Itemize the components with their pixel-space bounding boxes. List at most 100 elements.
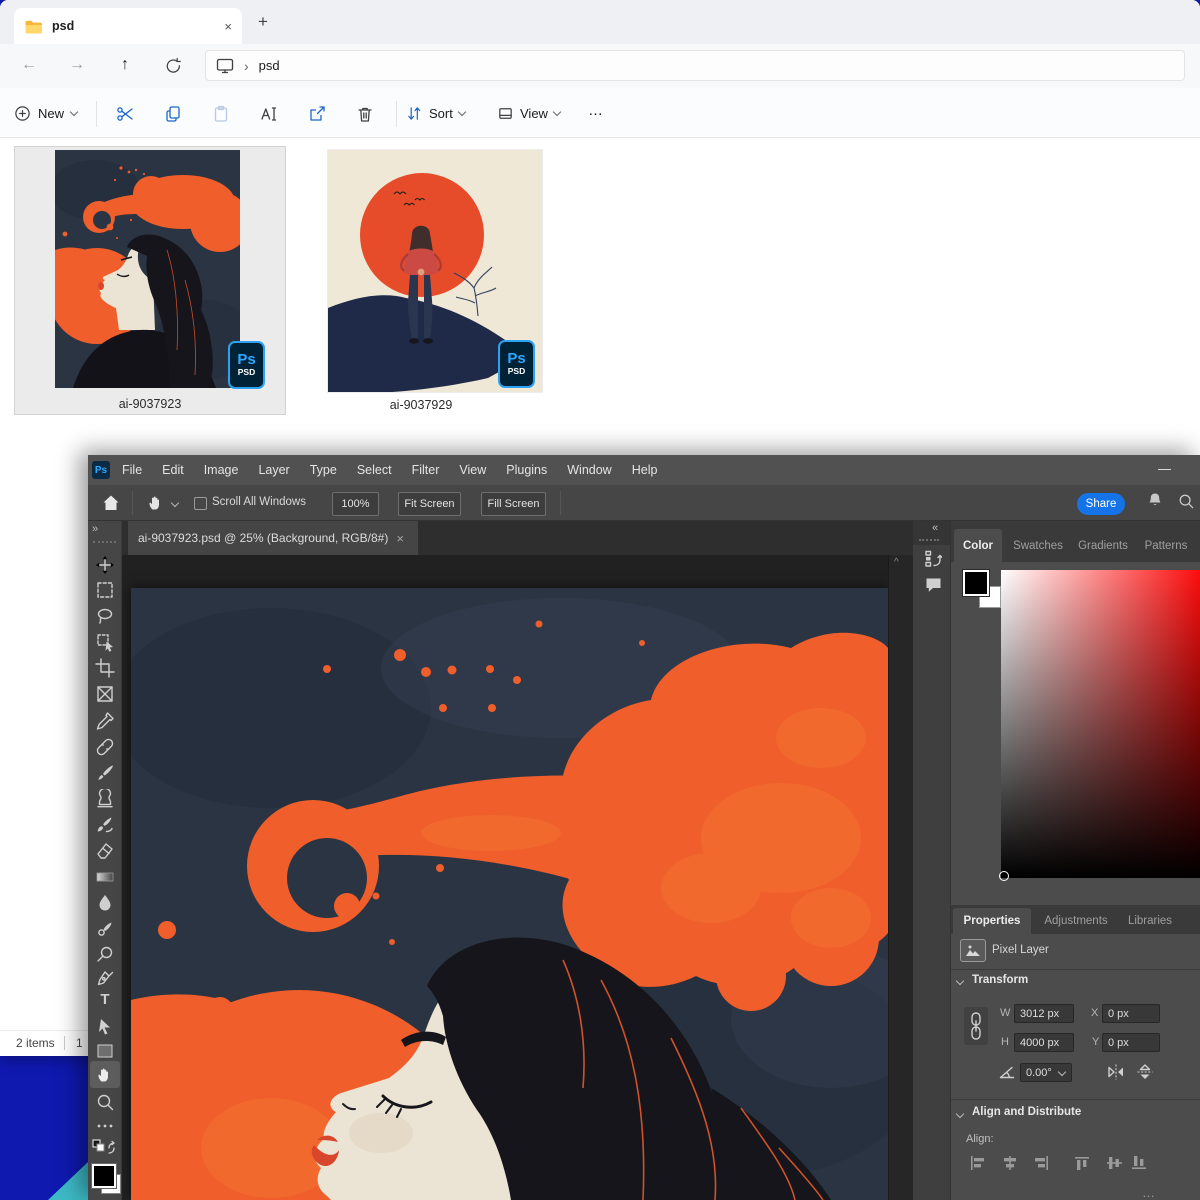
align-section-title[interactable]: Align and Distribute bbox=[972, 1106, 1081, 1118]
share-button[interactable] bbox=[302, 99, 332, 129]
gradient-tool[interactable] bbox=[95, 867, 115, 887]
rectangle-tool[interactable] bbox=[95, 1041, 115, 1061]
collapse-toolbar-icon[interactable]: » bbox=[92, 523, 98, 535]
collapse-panels-icon[interactable]: « bbox=[932, 522, 938, 534]
tab-swatches[interactable]: Swatches bbox=[1006, 529, 1070, 562]
align-right-button[interactable] bbox=[1033, 1156, 1049, 1170]
tab-gradients[interactable]: Gradients bbox=[1072, 529, 1134, 562]
menu-help[interactable]: Help bbox=[622, 455, 668, 485]
new-button[interactable]: New bbox=[14, 99, 77, 127]
align-left-button[interactable] bbox=[970, 1156, 986, 1170]
breadcrumb[interactable]: psd bbox=[259, 58, 280, 73]
foreground-color-swatch[interactable] bbox=[92, 1164, 116, 1188]
healing-brush-tool[interactable] bbox=[95, 737, 115, 757]
address-bar[interactable]: › psd bbox=[205, 50, 1185, 81]
x-input[interactable]: 0 px bbox=[1102, 1004, 1160, 1023]
document-close-icon[interactable]: × bbox=[396, 531, 404, 546]
fill-screen-button[interactable]: Fill Screen bbox=[481, 492, 546, 516]
search-button[interactable] bbox=[1178, 493, 1194, 514]
menu-plugins[interactable]: Plugins bbox=[496, 455, 557, 485]
blur-tool[interactable] bbox=[95, 893, 115, 913]
comments-icon[interactable] bbox=[925, 576, 942, 593]
brush-tool[interactable] bbox=[95, 763, 115, 783]
edit-toolbar-icon[interactable] bbox=[95, 1116, 115, 1136]
home-button[interactable] bbox=[101, 493, 121, 518]
align-bottom-button[interactable] bbox=[1132, 1156, 1148, 1170]
fit-screen-button[interactable]: Fit Screen bbox=[398, 492, 461, 516]
tab-close-icon[interactable]: × bbox=[224, 19, 232, 34]
forward-button[interactable]: → bbox=[62, 50, 92, 80]
version-history-icon[interactable] bbox=[924, 550, 942, 568]
explorer-tab-psd[interactable]: psd × bbox=[14, 8, 242, 44]
menu-image[interactable]: Image bbox=[194, 455, 249, 485]
move-tool[interactable] bbox=[95, 555, 115, 575]
panel-foreground-color-swatch[interactable] bbox=[963, 570, 989, 596]
minimize-button[interactable] bbox=[1158, 469, 1171, 470]
menu-filter[interactable]: Filter bbox=[402, 455, 450, 485]
align-more-options[interactable]: … bbox=[1142, 1185, 1157, 1200]
canvas-document[interactable] bbox=[131, 588, 888, 1200]
default-colors-icon[interactable] bbox=[92, 1139, 118, 1157]
history-brush-tool[interactable] bbox=[95, 815, 115, 835]
width-input[interactable]: 3012 px bbox=[1014, 1004, 1074, 1023]
menu-type[interactable]: Type bbox=[300, 455, 347, 485]
lasso-tool[interactable] bbox=[95, 606, 115, 626]
file-thumbnail-ai-9037923[interactable] bbox=[55, 150, 240, 388]
align-top-button[interactable] bbox=[1075, 1156, 1091, 1170]
back-button[interactable]: ← bbox=[14, 50, 44, 80]
zoom-100-button[interactable]: 100% bbox=[332, 492, 379, 516]
type-tool[interactable]: T bbox=[96, 991, 114, 1008]
tab-properties[interactable]: Properties bbox=[953, 908, 1031, 934]
tab-color[interactable]: Color bbox=[954, 529, 1002, 562]
frame-tool[interactable] bbox=[95, 684, 115, 704]
flip-horizontal-button[interactable] bbox=[1107, 1063, 1125, 1081]
tab-adjustments[interactable]: Adjustments bbox=[1035, 908, 1117, 934]
hand-tool-options-icon[interactable] bbox=[146, 493, 166, 518]
menu-select[interactable]: Select bbox=[347, 455, 402, 485]
eraser-tool[interactable] bbox=[95, 841, 115, 861]
menu-layer[interactable]: Layer bbox=[248, 455, 299, 485]
canvas-scrollbar[interactable] bbox=[888, 555, 913, 1200]
menu-edit[interactable]: Edit bbox=[152, 455, 194, 485]
view-button[interactable]: View bbox=[497, 99, 560, 127]
smudge-tool[interactable] bbox=[95, 919, 115, 939]
menu-window[interactable]: Window bbox=[557, 455, 621, 485]
panel-grip[interactable] bbox=[919, 539, 939, 541]
hand-tool[interactable] bbox=[95, 1065, 115, 1085]
color-picker-cursor[interactable] bbox=[999, 871, 1009, 881]
transform-section-title[interactable]: Transform bbox=[972, 974, 1028, 986]
y-input[interactable]: 0 px bbox=[1102, 1033, 1160, 1052]
document-tab[interactable]: ai-9037923.psd @ 25% (Background, RGB/8#… bbox=[128, 521, 418, 555]
new-tab-button[interactable]: + bbox=[258, 12, 268, 32]
tab-patterns[interactable]: Patterns bbox=[1138, 529, 1194, 562]
menu-file[interactable]: File bbox=[112, 455, 152, 485]
refresh-button[interactable] bbox=[158, 50, 188, 80]
sort-button[interactable]: Sort bbox=[406, 99, 465, 127]
dodge-tool[interactable] bbox=[95, 945, 115, 965]
copy-button[interactable] bbox=[158, 99, 188, 129]
zoom-tool[interactable] bbox=[95, 1092, 115, 1112]
align-middle-vertical-button[interactable] bbox=[1107, 1156, 1123, 1170]
delete-button[interactable] bbox=[350, 99, 380, 129]
paste-button[interactable] bbox=[206, 99, 236, 129]
object-selection-tool[interactable] bbox=[95, 632, 115, 652]
scroll-all-windows-checkbox[interactable] bbox=[194, 497, 207, 510]
align-center-horizontal-button[interactable] bbox=[1002, 1156, 1018, 1170]
path-selection-tool[interactable] bbox=[95, 1017, 115, 1037]
notifications-button[interactable] bbox=[1147, 492, 1163, 514]
height-input[interactable]: 4000 px bbox=[1014, 1033, 1074, 1052]
crop-tool[interactable] bbox=[95, 658, 115, 678]
color-picker-field[interactable] bbox=[1001, 570, 1200, 878]
menu-view[interactable]: View bbox=[449, 455, 496, 485]
tab-libraries[interactable]: Libraries bbox=[1119, 908, 1181, 934]
file-name[interactable]: ai-9037929 bbox=[296, 398, 546, 412]
more-options-button[interactable]: … bbox=[588, 102, 603, 119]
rename-button[interactable] bbox=[254, 99, 284, 129]
up-button[interactable]: ↑ bbox=[110, 50, 140, 80]
share-button[interactable]: Share bbox=[1077, 493, 1125, 515]
marquee-tool[interactable] bbox=[95, 580, 115, 600]
pen-tool[interactable] bbox=[95, 969, 115, 989]
flip-vertical-button[interactable] bbox=[1136, 1063, 1154, 1081]
eyedropper-tool[interactable] bbox=[95, 711, 115, 731]
toolbar-grip[interactable] bbox=[93, 541, 116, 543]
